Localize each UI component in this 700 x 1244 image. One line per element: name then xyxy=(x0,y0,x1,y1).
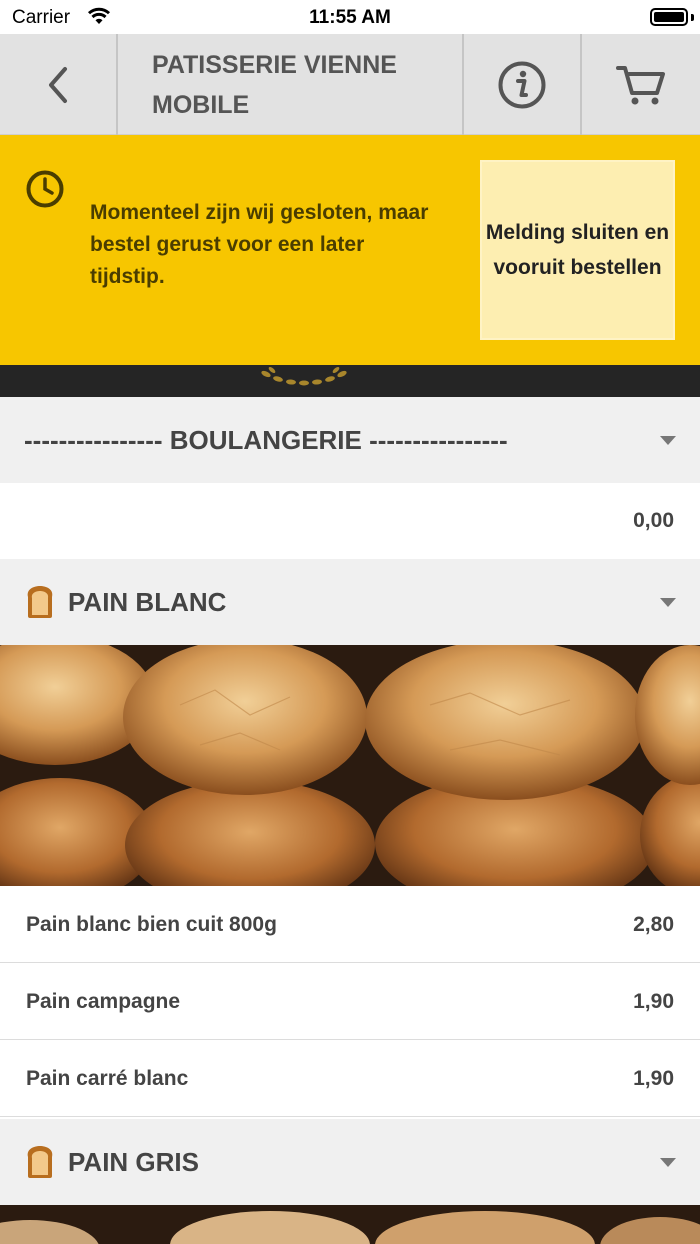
total-value: 0,00 xyxy=(633,509,674,532)
battery-tip xyxy=(691,14,694,21)
product-row[interactable]: Pain carré blanc 1,90 xyxy=(0,1040,700,1117)
bread-icon xyxy=(27,586,53,618)
pain-gris-photo xyxy=(0,1205,700,1244)
title-cell: PATISSERIE VIENNE MOBILE xyxy=(118,34,464,135)
back-button[interactable] xyxy=(0,34,118,135)
page-title: PATISSERIE VIENNE MOBILE xyxy=(152,50,397,119)
info-icon xyxy=(498,61,546,108)
status-bar: Carrier 11:55 AM xyxy=(0,0,700,34)
app-header: PATISSERIE VIENNE MOBILE xyxy=(0,34,700,135)
product-price: 2,80 xyxy=(633,912,674,936)
bread-icon xyxy=(27,1146,53,1178)
section-title-label: PAIN GRIS xyxy=(68,1146,199,1177)
section-title-label: PAIN BLANC xyxy=(68,586,227,617)
cart-button[interactable] xyxy=(582,34,700,135)
product-row[interactable]: Pain campagne 1,90 xyxy=(0,963,700,1040)
section-title: PAIN GRIS xyxy=(24,1119,199,1205)
section-header-boulangerie[interactable]: ---------------- BOULANGERIE -----------… xyxy=(0,397,700,483)
dismiss-and-preorder-button[interactable]: Melding sluiten en vooruit bestellen xyxy=(480,160,675,340)
product-name: Pain blanc bien cuit 800g xyxy=(26,912,277,936)
closed-message: Momenteel zijn wij gesloten, maar bestel… xyxy=(90,201,429,288)
battery-icon xyxy=(650,8,688,26)
logo-strip xyxy=(0,365,700,397)
section-title: ---------------- BOULANGERIE -----------… xyxy=(24,424,508,455)
boulangerie-total-row: 0,00 xyxy=(0,483,700,559)
status-time: 11:55 AM xyxy=(309,7,391,28)
closed-notice-banner: Momenteel zijn wij gesloten, maar bestel… xyxy=(0,135,700,365)
wheat-logo-icon xyxy=(261,367,347,386)
back-chevron-icon xyxy=(49,66,67,103)
clock-icon xyxy=(26,170,64,208)
section-header-pain-blanc[interactable]: PAIN BLANC xyxy=(0,559,700,645)
product-name: Pain carré blanc xyxy=(26,1066,189,1090)
pain-blanc-photo xyxy=(0,645,700,886)
section-header-pain-gris[interactable]: PAIN GRIS xyxy=(0,1119,700,1205)
product-row[interactable]: Pain blanc bien cuit 800g 2,80 xyxy=(0,886,700,963)
info-button[interactable] xyxy=(464,34,582,135)
dismiss-button-label: Melding sluiten en vooruit bestellen xyxy=(485,221,670,279)
chevron-down-icon xyxy=(660,1158,676,1167)
cart-icon xyxy=(616,65,665,104)
product-name: Pain campagne xyxy=(26,989,181,1013)
product-price: 1,90 xyxy=(633,989,674,1013)
section-title: PAIN BLANC xyxy=(24,559,226,645)
chevron-down-icon xyxy=(660,598,676,607)
product-price: 1,90 xyxy=(633,1066,674,1090)
chevron-down-icon xyxy=(660,436,676,445)
